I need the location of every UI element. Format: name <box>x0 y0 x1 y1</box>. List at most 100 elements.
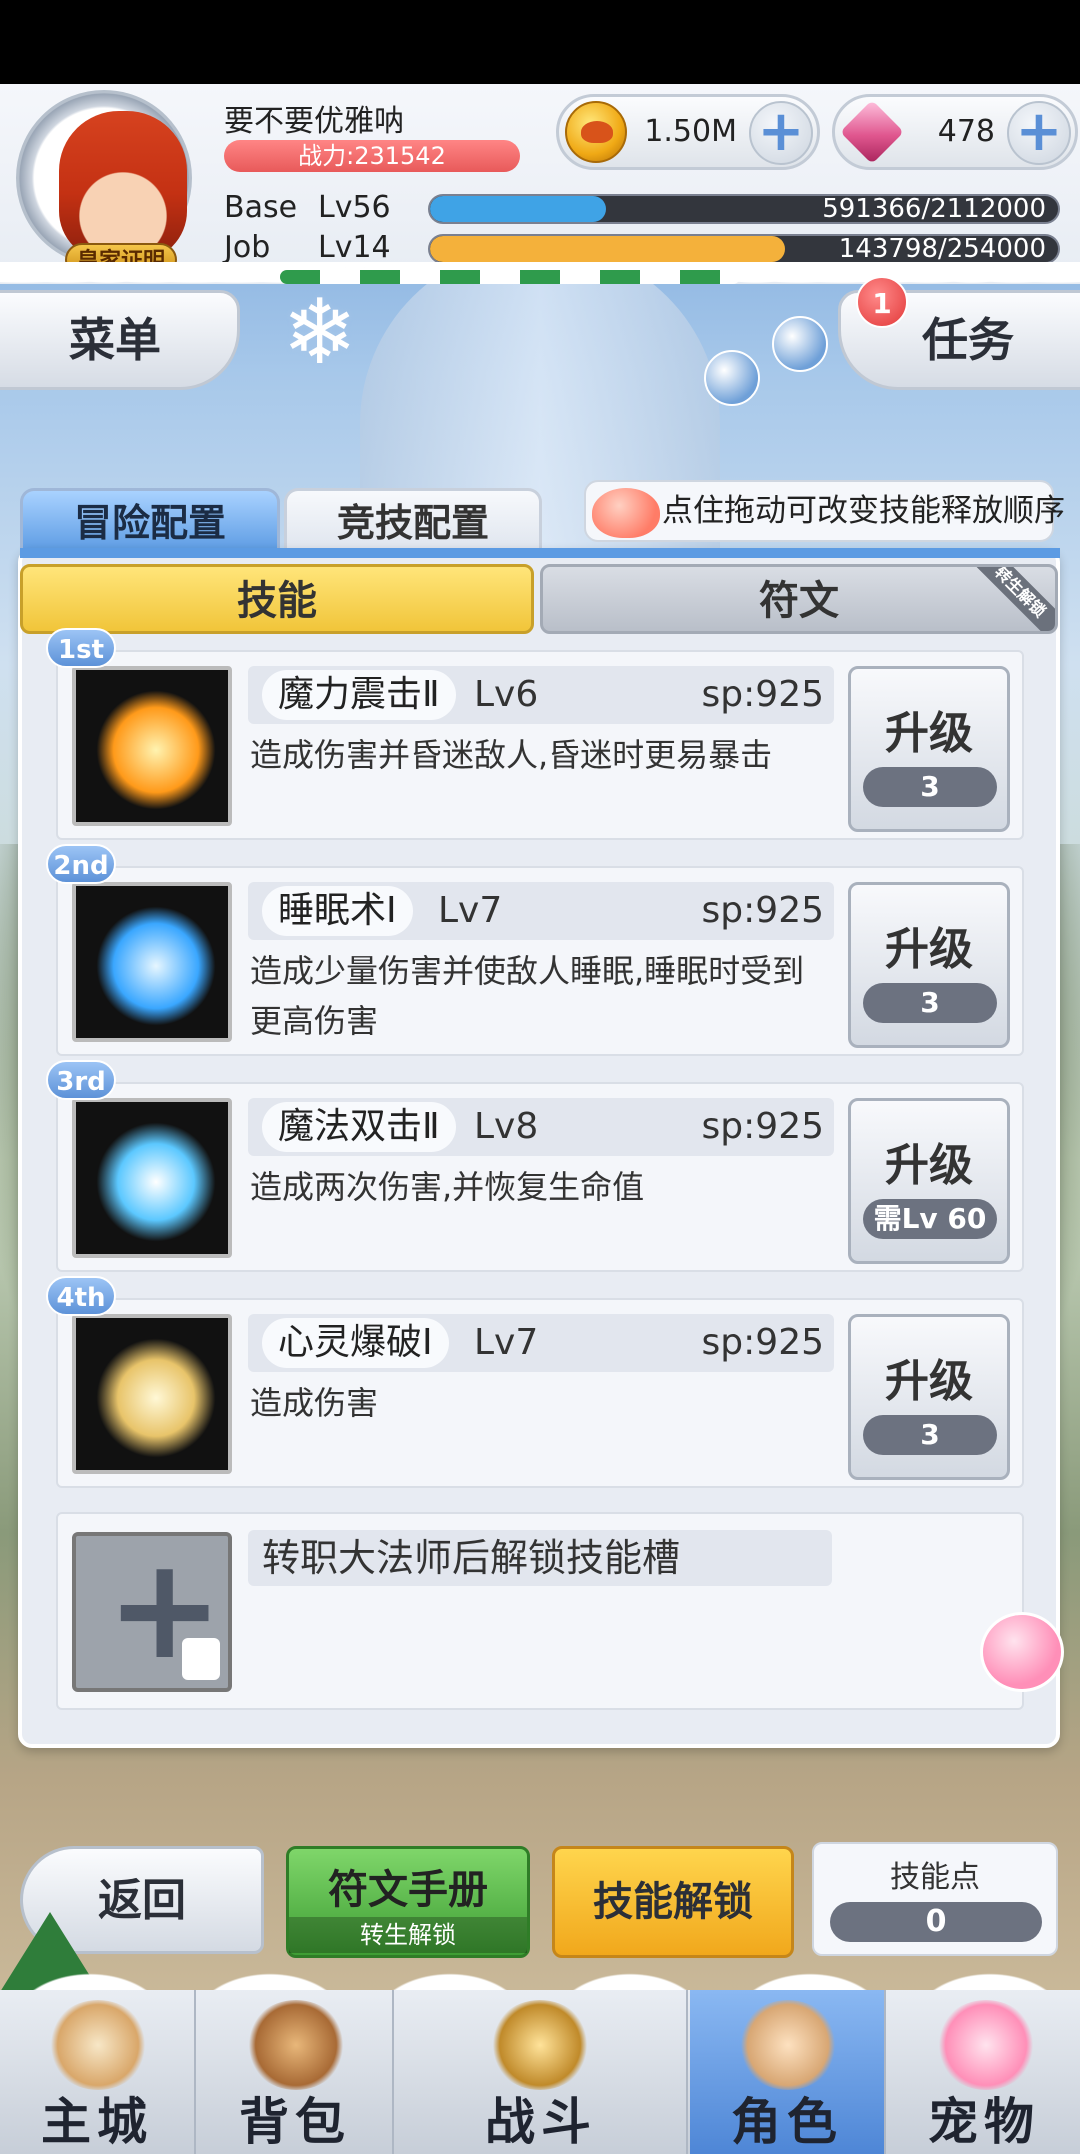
nav-label: 主城 <box>41 2093 153 2151</box>
tab-runes[interactable]: 符文 转生解锁 <box>540 564 1058 634</box>
upgrade-label: 升级 <box>885 708 973 759</box>
tab-underline <box>20 548 1060 558</box>
skill-description: 造成少量伤害并使敌人睡眠,睡眠时受到更高伤害 <box>250 952 805 1040</box>
upgrade-button[interactable]: 升级 3 <box>848 882 1010 1048</box>
nav-bag[interactable]: 背包 <box>198 1990 394 2154</box>
rune-manual-label: 符文手册 <box>328 1867 488 1913</box>
upgrade-label: 升级 <box>885 924 973 975</box>
skill-description: 造成伤害 <box>250 1384 379 1422</box>
gold-coin-icon <box>565 101 627 163</box>
nav-main-city[interactable]: 主城 <box>0 1990 196 2154</box>
skill-sp: sp:925 <box>701 674 824 715</box>
reincarnation-lock-ribbon: 转生解锁 <box>964 567 1055 631</box>
nav-label: 角色 <box>731 2093 843 2151</box>
skill-unlock-button[interactable]: 技能解锁 <box>552 1846 794 1958</box>
job-exp-fill <box>430 236 786 262</box>
job-label: Job <box>224 230 271 265</box>
locked-slot-text: 转职大法师后解锁技能槽 <box>248 1530 832 1586</box>
skill-points-label: 技能点 <box>890 1860 980 1895</box>
skill-sp: sp:925 <box>701 1322 824 1363</box>
skill-sp: sp:925 <box>701 1106 824 1147</box>
skill-row[interactable]: 心灵爆破Ⅰ Lv7 sp:925 造成伤害 升级 3 4th <box>46 1276 1024 1488</box>
nav-label: 宠物 <box>928 2093 1040 2151</box>
avatar-portrait <box>59 111 187 261</box>
character-portrait-icon <box>738 2000 838 2090</box>
upgrade-cost: 3 <box>863 1415 997 1455</box>
combat-power: 战力:231542 <box>224 140 520 172</box>
ornament-icon <box>772 316 828 372</box>
double-strike-icon <box>72 1098 232 1258</box>
rank-badge: 2nd <box>46 844 116 884</box>
ornament-icon <box>704 350 760 406</box>
job-level: Lv14 <box>318 230 391 265</box>
skill-sp: sp:925 <box>701 890 824 931</box>
skill-points-value: 0 <box>830 1902 1042 1942</box>
skill-level: Lv7 <box>438 890 503 931</box>
tab-adventure-config[interactable]: 冒险配置 <box>20 488 280 552</box>
poring-icon <box>592 488 660 538</box>
add-gold-button[interactable]: + <box>749 101 813 165</box>
poring-pet-icon <box>936 2000 1036 2090</box>
rank-badge: 4th <box>46 1276 116 1316</box>
gem-counter: 478 + <box>832 94 1078 170</box>
base-exp-text: 591366/2112000 <box>822 194 1046 224</box>
backpack-icon <box>246 2000 346 2090</box>
snowflake-icon: ❄ <box>282 280 358 385</box>
skill-row[interactable]: 睡眠术Ⅰ Lv7 sp:925 造成少量伤害并使敌人睡眠,睡眠时受到更高伤害 升… <box>46 844 1024 1056</box>
tasks-badge: 1 <box>856 276 908 328</box>
skill-title-bar: 魔力震击Ⅱ Lv6 sp:925 <box>248 666 834 724</box>
skill-points-box: 技能点 0 <box>812 1842 1058 1956</box>
tab-skills[interactable]: 技能 <box>20 564 534 634</box>
status-bar <box>0 0 1080 84</box>
drag-hint-text: 点住拖动可改变技能释放顺序 <box>662 493 1065 529</box>
upgrade-button[interactable]: 升级 3 <box>848 666 1010 832</box>
skill-title-bar: 魔法双击Ⅱ Lv8 sp:925 <box>248 1098 834 1156</box>
skill-name: 心灵爆破Ⅰ <box>262 1318 449 1368</box>
skill-description: 造成伤害并昏迷敌人,昏迷时更易暴击 <box>250 736 773 774</box>
nav-label: 战斗 <box>485 2093 597 2151</box>
mind-blast-icon <box>72 1314 232 1474</box>
skill-level: Lv7 <box>474 1322 539 1363</box>
gem-value: 478 <box>937 114 995 149</box>
nav-pet[interactable]: 宠物 <box>888 1990 1080 2154</box>
skill-name: 睡眠术Ⅰ <box>262 886 413 936</box>
drag-hint: 点住拖动可改变技能释放顺序 <box>584 480 1065 542</box>
skill-row[interactable]: 魔力震击Ⅱ Lv6 sp:925 造成伤害并昏迷敌人,昏迷时更易暴击 升级 3 … <box>46 628 1024 840</box>
avatar[interactable]: 皇家证明 <box>16 90 192 277</box>
upgrade-cost: 3 <box>863 983 997 1023</box>
locked-skill-slot[interactable]: + 转职大法师后解锁技能槽 <box>56 1512 1024 1710</box>
gold-value: 1.50M <box>644 114 737 149</box>
menu-button[interactable]: 菜单 <box>0 290 240 390</box>
nav-character[interactable]: 角色 <box>690 1990 886 2154</box>
skill-title-bar: 心灵爆破Ⅰ Lv7 sp:925 <box>248 1314 834 1372</box>
rank-badge: 1st <box>46 628 116 668</box>
job-exp-bar: 143798/254000 <box>428 234 1060 264</box>
skill-level: Lv6 <box>474 674 539 715</box>
base-level: Lv56 <box>318 190 391 225</box>
nav-battle[interactable]: 战斗 <box>396 1990 688 2154</box>
tab-runes-label: 符文 <box>759 578 839 624</box>
skill-row[interactable]: 魔法双击Ⅱ Lv8 sp:925 造成两次伤害,并恢复生命值 升级 需Lv 60… <box>46 1060 1024 1272</box>
upgrade-label: 升级 <box>885 1140 973 1191</box>
upgrade-cost: 需Lv 60 <box>863 1199 997 1239</box>
base-exp-fill <box>430 196 606 222</box>
skill-description: 造成两次伤害,并恢复生命值 <box>250 1168 645 1206</box>
add-gem-button[interactable]: + <box>1007 101 1071 165</box>
skill-name: 魔法双击Ⅱ <box>262 1102 456 1152</box>
nav-label: 背包 <box>239 2093 351 2151</box>
sleep-spell-icon <box>72 882 232 1042</box>
tab-arena-config[interactable]: 竞技配置 <box>284 488 542 552</box>
magic-shock-icon <box>72 666 232 826</box>
base-label: Base <box>224 190 298 225</box>
rune-manual-button[interactable]: 符文手册 转生解锁 <box>286 1846 530 1958</box>
skill-title-bar: 睡眠术Ⅰ Lv7 sp:925 <box>248 882 834 940</box>
upgrade-button[interactable]: 升级 3 <box>848 1314 1010 1480</box>
lock-icon <box>182 1638 220 1680</box>
base-exp-bar: 591366/2112000 <box>428 194 1060 224</box>
skill-level: Lv8 <box>474 1106 539 1147</box>
bottom-navigation: 主城 背包 战斗 角色 宠物 <box>0 1990 1080 2154</box>
rune-manual-lock-text: 转生解锁 <box>289 1917 527 1953</box>
upgrade-button[interactable]: 升级 需Lv 60 <box>848 1098 1010 1264</box>
floating-poring-icon[interactable] <box>980 1612 1064 1692</box>
job-exp-text: 143798/254000 <box>838 234 1046 264</box>
